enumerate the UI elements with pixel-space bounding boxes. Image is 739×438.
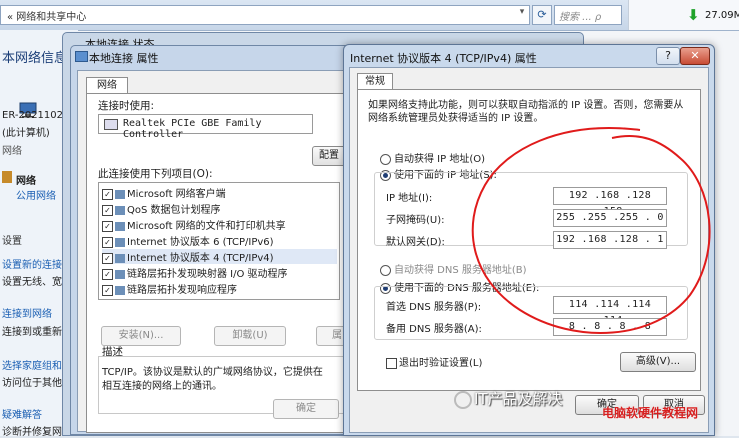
component-icon xyxy=(115,237,125,247)
search-input[interactable]: 搜索 ... ρ xyxy=(554,5,622,25)
explorer-toolbar: « 网络和共享中心 ▾ ⟳ 搜索 ... ρ ⬇ 27.09M xyxy=(0,0,739,31)
ipv4-properties-dialog: Internet 协议版本 4 (TCP/IPv4) 属性 ? ✕ 常规 如果网… xyxy=(343,44,715,436)
close-button[interactable]: ✕ xyxy=(680,47,710,65)
component-icon xyxy=(115,189,125,199)
dns2-label: 备用 DNS 服务器(A): xyxy=(386,324,482,335)
gateway-field[interactable]: 192 .168 .128 . 1 xyxy=(553,231,667,249)
checkbox[interactable] xyxy=(386,357,397,369)
items-label: 此连接使用下列项目(O): xyxy=(98,168,213,180)
network-section-label: 网络 xyxy=(2,146,22,157)
checkbox[interactable]: ✓ xyxy=(102,268,113,280)
validate-option[interactable]: 退出时验证设置(L) xyxy=(386,354,482,369)
tab-general[interactable]: 常规 xyxy=(357,73,393,90)
preferred-dns-field[interactable]: 114 .114 .114 .114 xyxy=(553,296,667,326)
auto-ip-label: 自动获得 IP 地址(O) xyxy=(394,154,486,165)
radio-button[interactable] xyxy=(380,264,391,276)
network-name: 网络 xyxy=(16,176,36,187)
checkbox[interactable]: ✓ xyxy=(102,252,113,264)
component-icon xyxy=(115,205,125,215)
auto-dns-label: 自动获得 DNS 服务器地址(B) xyxy=(394,265,527,276)
gateway-label: 默认网关(D): xyxy=(386,237,445,248)
description-text-2: 相互连接的网络上的通讯。 xyxy=(102,381,222,392)
bench-icon xyxy=(2,171,12,183)
component-list: ✓ Microsoft 网络客户端 ✓ QoS 数据包计划程序 ✓ Microsoft… xyxy=(98,182,340,300)
download-size: 27.09M xyxy=(705,10,739,21)
component-icon xyxy=(115,253,125,263)
dns1-label: 首选 DNS 服务器(P): xyxy=(386,302,482,313)
auto-ip-option[interactable]: 自动获得 IP 地址(O) xyxy=(380,150,485,165)
list-item[interactable]: ✓ Microsoft 网络的文件和打印机共享 xyxy=(102,217,337,232)
help-button[interactable]: ? xyxy=(656,47,680,65)
computer-name: ER-20211024 xyxy=(2,110,70,121)
general-panel: 如果网络支持此功能，则可以获取自动指派的 IP 设置。否则，您需要从网络系统管理… xyxy=(357,89,701,391)
checkbox[interactable]: ✓ xyxy=(102,284,113,296)
setup-connection-desc: 设置无线、宽 xyxy=(2,277,62,288)
checkbox[interactable]: ✓ xyxy=(102,220,113,232)
network-type-link[interactable]: 公用网络 xyxy=(16,187,56,202)
item-label: 链路层拓扑发现映射器 I/O 驱动程序 xyxy=(127,269,288,280)
troubleshoot-link[interactable]: 疑难解答 xyxy=(2,406,42,421)
list-item[interactable]: ✓ 链路层拓扑发现响应程序 xyxy=(102,281,337,296)
wechat-icon xyxy=(454,391,472,409)
address-text: « 网络和共享中心 xyxy=(7,12,87,23)
uninstall-button[interactable]: 卸载(U) xyxy=(214,326,286,346)
download-arrow-icon: ⬇ xyxy=(687,6,700,24)
checkbox[interactable]: ✓ xyxy=(102,204,113,216)
description-text: TCP/IP。该协议是默认的广域网络协议，它提供在 xyxy=(102,367,323,378)
watermark-text: IT产品及解决 xyxy=(474,390,563,408)
ip-address-field[interactable]: 192 .168 .128 .158 xyxy=(553,187,667,217)
list-item[interactable]: ✓ Internet 协议版本 6 (TCP/IPv6) xyxy=(102,233,337,248)
checkbox[interactable]: ✓ xyxy=(102,236,113,248)
item-label: Internet 协议版本 6 (TCP/IPv6) xyxy=(127,237,274,248)
homegroup-desc: 访问位于其他 xyxy=(2,378,62,389)
subnet-mask-field[interactable]: 255 .255 .255 . 0 xyxy=(553,209,667,227)
intro-text: 如果网络支持此功能，则可以获取自动指派的 IP 设置。否则，您需要从网络系统管理… xyxy=(368,100,684,124)
list-item[interactable]: ✓ Microsoft 网络客户端 xyxy=(102,185,337,200)
component-icon xyxy=(115,269,125,279)
ipv4-body: 常规 如果网络支持此功能，则可以获取自动指派的 IP 设置。否则，您需要从网络系… xyxy=(349,67,709,433)
nic-icon xyxy=(104,119,118,130)
alternate-dns-field[interactable]: 8 . 8 . 8 . 8 xyxy=(553,318,667,336)
chevron-down-icon[interactable]: ▾ xyxy=(516,7,528,23)
auto-dns-option[interactable]: 自动获得 DNS 服务器地址(B) xyxy=(380,261,527,276)
adapter-field: Realtek PCIe GBE Family Controller xyxy=(98,114,313,140)
ipv4-dialog-title: Internet 协议版本 4 (TCP/IPv4) 属性 xyxy=(350,52,537,65)
checkbox[interactable]: ✓ xyxy=(102,188,113,200)
list-item[interactable]: ✓ QoS 数据包计划程序 xyxy=(102,201,337,216)
setup-connection-link[interactable]: 设置新的连接 xyxy=(2,256,62,271)
mask-label: 子网掩码(U): xyxy=(386,215,445,226)
item-label: QoS 数据包计划程序 xyxy=(127,205,221,216)
homegroup-link[interactable]: 选择家庭组和 xyxy=(2,357,62,372)
connect-using-label: 连接时使用: xyxy=(98,100,155,112)
list-item[interactable]: ✓ 链路层拓扑发现映射器 I/O 驱动程序 xyxy=(102,265,337,280)
network-adapter-icon xyxy=(75,51,88,62)
validate-label: 退出时验证设置(L) xyxy=(399,358,483,369)
props-ok-button[interactable]: 确定 xyxy=(273,399,339,419)
item-label: Microsoft 网络的文件和打印机共享 xyxy=(127,221,286,232)
search-placeholder: 搜索 ... ρ xyxy=(559,12,602,23)
radio-button[interactable] xyxy=(380,153,391,165)
item-label: Microsoft 网络客户端 xyxy=(127,189,226,200)
ip-label: IP 地址(I): xyxy=(386,193,433,204)
site-logo: 电脑软硬件教程网 xyxy=(602,406,699,420)
advanced-button[interactable]: 高级(V)... xyxy=(620,352,696,372)
item-label: Internet 协议版本 4 (TCP/IPv4) xyxy=(127,253,274,264)
refresh-icon[interactable]: ⟳ xyxy=(532,5,552,25)
properties-window-title: 本地连接 属性 xyxy=(89,52,159,65)
settings-heading: 设置 xyxy=(2,236,22,247)
this-computer-label: (此计算机) xyxy=(2,128,50,139)
tab-networking[interactable]: 网络 xyxy=(86,77,128,94)
download-indicator: ⬇ 27.09M xyxy=(628,0,739,30)
install-button[interactable]: 安装(N)... xyxy=(101,326,181,346)
component-icon xyxy=(115,221,125,231)
address-bar[interactable]: « 网络和共享中心 ▾ xyxy=(0,5,530,25)
network-info-heading: 本网络信息 xyxy=(2,51,68,66)
adapter-name: Realtek PCIe GBE Family Controller xyxy=(123,118,262,140)
connect-network-link[interactable]: 连接到网络 xyxy=(2,305,52,320)
connect-network-desc: 连接到或重新 xyxy=(2,327,62,338)
item-label: 链路层拓扑发现响应程序 xyxy=(127,285,237,296)
component-icon xyxy=(115,285,125,295)
list-item-selected[interactable]: ✓ Internet 协议版本 4 (TCP/IPv4) xyxy=(102,249,337,264)
